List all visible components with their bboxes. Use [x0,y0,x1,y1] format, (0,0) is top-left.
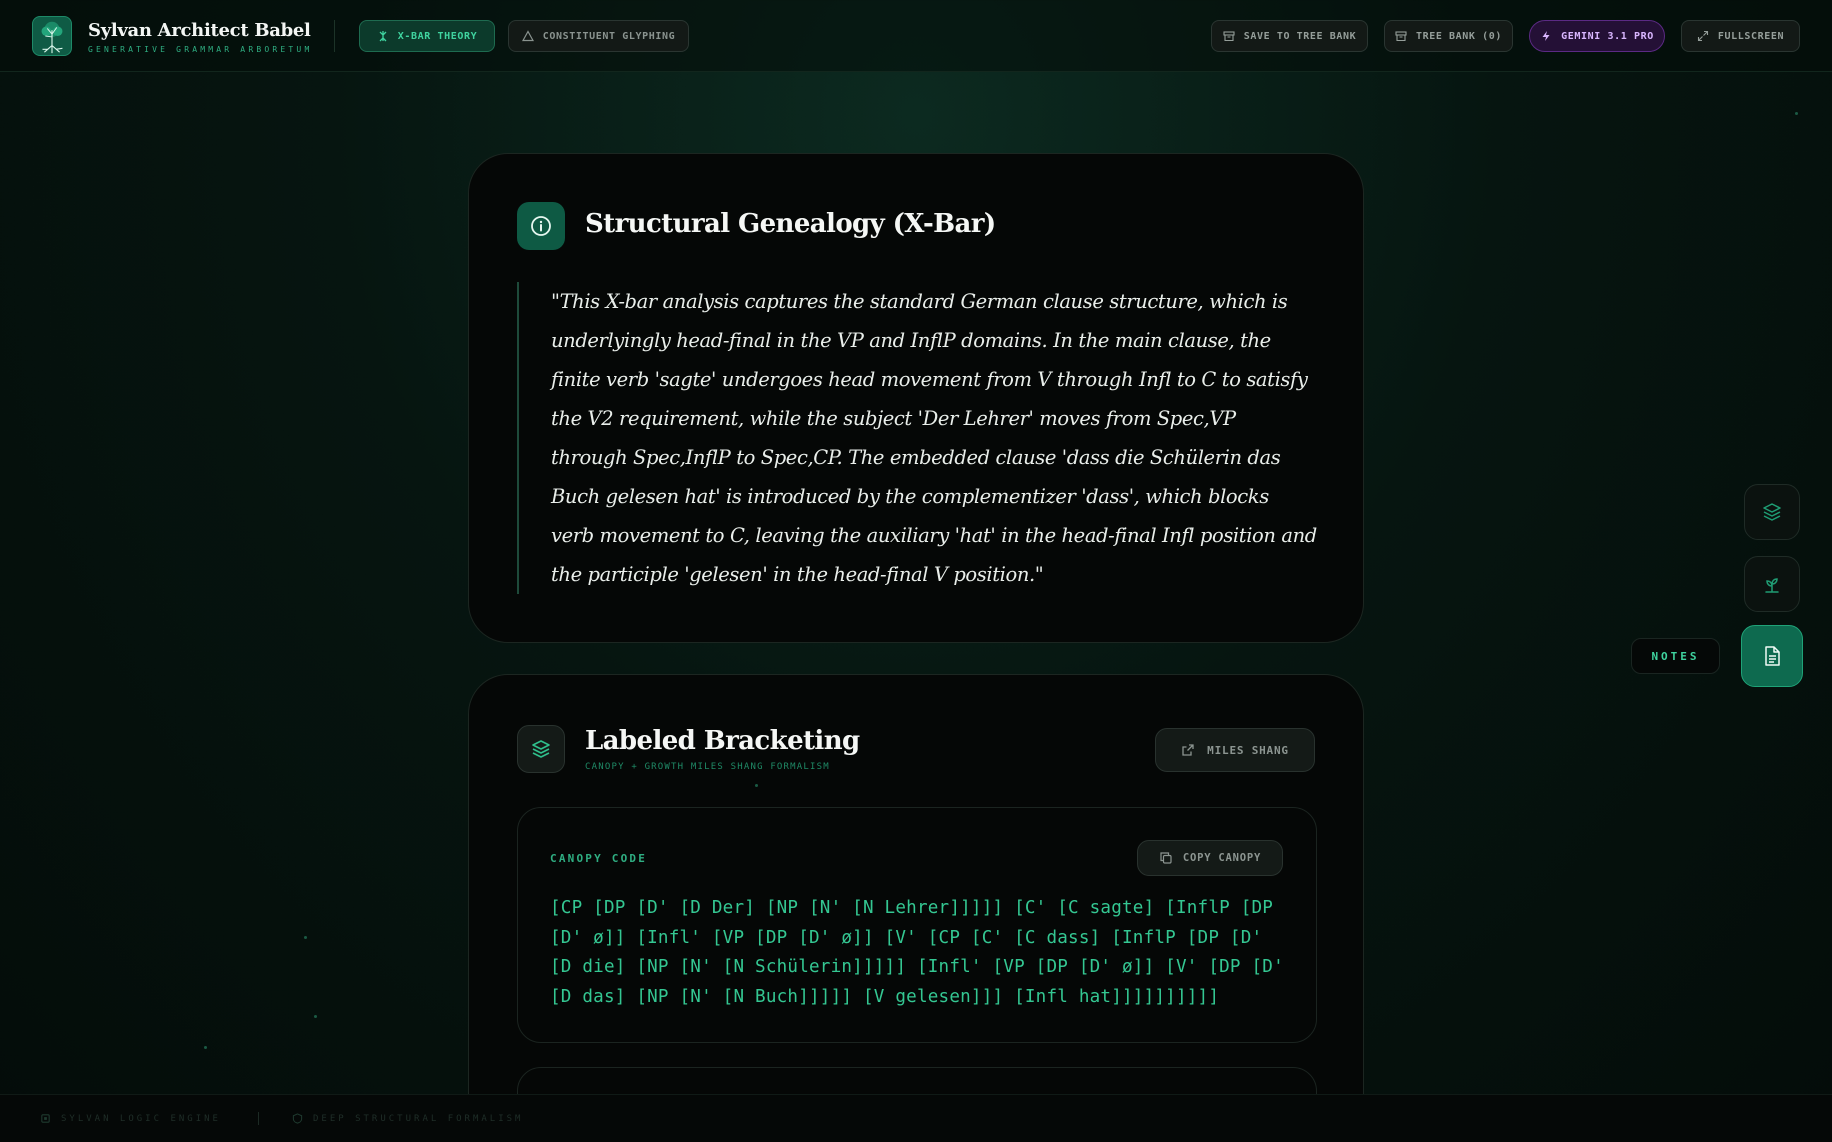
canopy-code-block[interactable]: [CP [DP [D' [D Der] [NP [N' [N Lehrer]]]… [550,894,1294,1012]
tab-constituent-glyphing-label: CONSTITUENT GLYPHING [542,30,676,42]
bracketing-subtitle: CANOPY + GROWTH MILES SHANG FORMALISM [585,762,830,772]
copy-icon [1160,852,1172,864]
fullscreen-label: FULLSCREEN [1717,30,1785,42]
tree-bank-label: TREE BANK (0) [1415,30,1503,42]
model-selector-button[interactable]: GEMINI 3.1 PRO [1529,20,1665,52]
background-speck [314,1015,317,1018]
app-title: Sylvan Architect Babel [88,20,311,41]
copy-canopy-button[interactable]: COPY CANOPY [1137,840,1283,876]
shield-icon [292,1113,303,1124]
save-to-tree-bank-label: SAVE TO TREE BANK [1243,30,1357,42]
footer-formalism: DEEP STRUCTURAL FORMALISM [292,1113,523,1124]
fullscreen-button[interactable]: FULLSCREEN [1681,20,1800,52]
tab-x-bar-theory-label: X-BAR THEORY [397,30,478,42]
background-speck [204,1046,207,1049]
genealogy-title: Structural Genealogy (X-Bar) [585,209,996,239]
copy-canopy-label: COPY CANOPY [1182,852,1262,864]
top-bar: Sylvan Architect Babel GENERATIVE GRAMMA… [0,0,1832,72]
labeled-bracketing-card: Labeled Bracketing CANOPY + GROWTH MILES… [468,674,1364,1142]
archive-icon [1223,31,1235,42]
status-footer: SYLVAN LOGIC ENGINE DEEP STRUCTURAL FORM… [0,1094,1832,1142]
tab-constituent-glyphing[interactable]: CONSTITUENT GLYPHING [508,20,689,52]
external-link-icon [1182,744,1194,756]
footer-engine: SYLVAN LOGIC ENGINE [40,1113,221,1124]
sprout-icon [1765,578,1779,593]
tree-roots-icon [32,16,72,56]
footer-divider [258,1112,259,1125]
document-icon [1765,646,1780,666]
structural-genealogy-card: Structural Genealogy (X-Bar) "This X-bar… [468,153,1364,643]
footer-engine-label: SYLVAN LOGIC ENGINE [61,1113,221,1124]
layers-icon [517,725,565,773]
rail-growth-button[interactable] [1744,556,1800,612]
footer-formalism-label: DEEP STRUCTURAL FORMALISM [313,1113,524,1124]
lightning-icon [1542,31,1550,41]
background-speck [755,784,758,787]
model-label: GEMINI 3.1 PRO [1561,30,1654,42]
tab-x-bar-theory[interactable]: X-BAR THEORY [359,20,495,52]
triangle-icon [521,30,534,42]
layers-icon [1763,503,1781,521]
header-divider [334,20,335,52]
canopy-code-panel: CANOPY CODE COPY CANOPY [CP [DP [D' [D D… [517,807,1317,1043]
canopy-code-label: CANOPY CODE [550,852,648,865]
info-icon [517,202,565,250]
archive-icon [1395,31,1407,42]
expand-icon [1697,30,1708,42]
save-to-tree-bank-button[interactable]: SAVE TO TREE BANK [1211,20,1368,52]
tree-icon [379,31,387,42]
rail-notes-button[interactable] [1741,625,1803,687]
app-subtitle: GENERATIVE GRAMMAR ARBORETUM [88,45,313,54]
notes-tooltip: NOTES [1631,638,1720,674]
tree-bank-button[interactable]: TREE BANK (0) [1384,20,1513,52]
rail-layers-button[interactable] [1744,484,1800,540]
bracketing-title: Labeled Bracketing [585,726,860,756]
background-speck [304,936,307,939]
background-speck [1795,112,1798,115]
chip-icon [41,1114,50,1123]
miles-shang-label: MILES SHANG [1207,743,1289,757]
miles-shang-button[interactable]: MILES SHANG [1155,728,1315,772]
genealogy-quote: "This X-bar analysis captures the standa… [517,282,1317,594]
